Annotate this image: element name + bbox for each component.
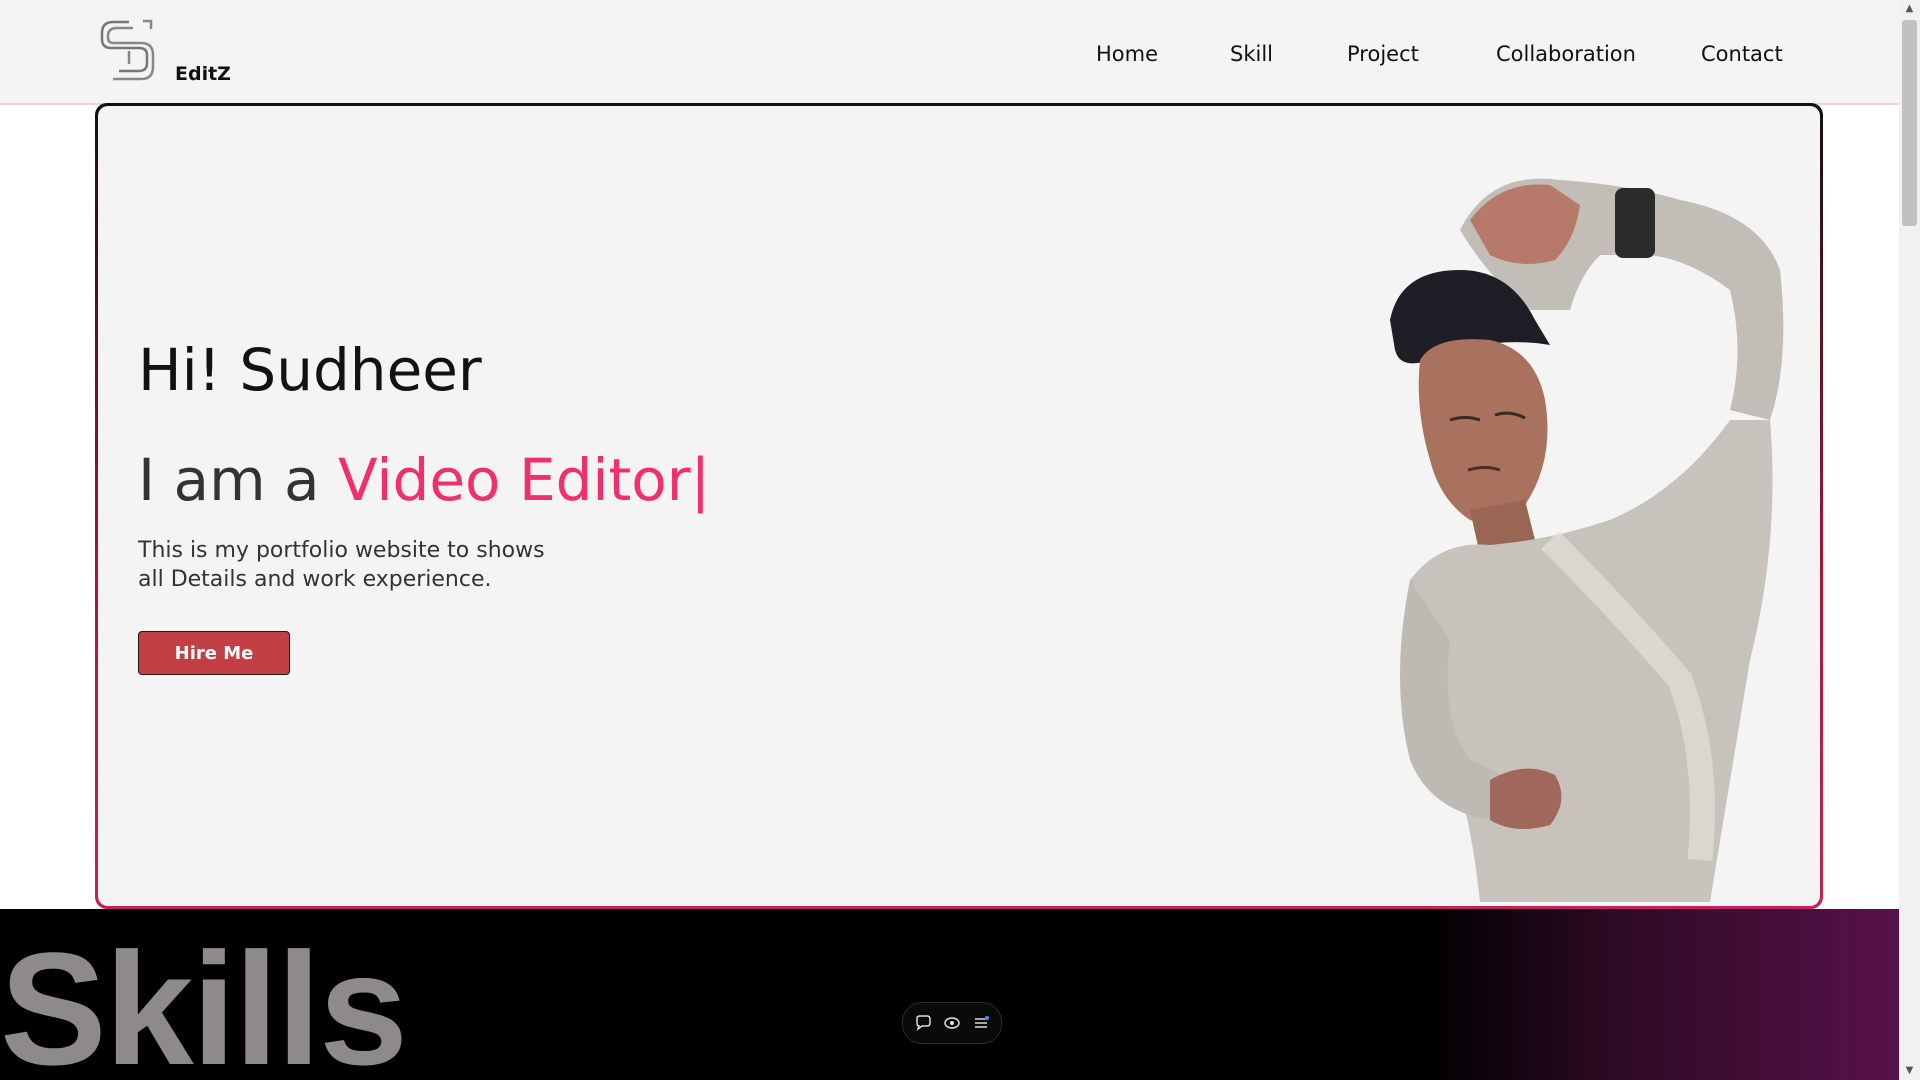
hero-role: I am a Video Editor| [138,446,710,514]
profile-photo [1390,178,1784,902]
role-accent: Video Editor [338,446,691,514]
skills-section: Skills [0,909,1899,1080]
floating-toolbar [902,1002,1002,1044]
eye-icon[interactable] [942,1013,962,1033]
scrollbar-thumb[interactable] [1902,20,1917,226]
nav-collaboration[interactable]: Collaboration [1496,42,1636,66]
page-scrollbar[interactable]: ▲ ▼ [1899,0,1920,1080]
skills-heading: Skills [0,919,408,1080]
nav-skill[interactable]: Skill [1230,42,1273,66]
typing-caret: | [690,446,711,514]
main-nav: Home Skill Project Collaboration Contact [0,42,1899,72]
menu-icon[interactable] [971,1013,991,1033]
scroll-down-arrow-icon[interactable]: ▼ [1899,1062,1920,1080]
nav-home[interactable]: Home [1096,42,1158,66]
role-prefix: I am a [138,446,338,514]
site-header: EditZ Home Skill Project Collaboration C… [0,0,1899,105]
nav-project[interactable]: Project [1347,42,1419,66]
hire-me-button[interactable]: Hire Me [138,631,290,675]
scroll-up-arrow-icon[interactable]: ▲ [1899,0,1920,18]
nav-contact[interactable]: Contact [1701,42,1783,66]
hero-description: This is my portfolio website to shows al… [138,538,545,592]
hero-greeting: Hi! Sudheer [138,336,482,404]
comment-icon[interactable] [913,1013,933,1033]
